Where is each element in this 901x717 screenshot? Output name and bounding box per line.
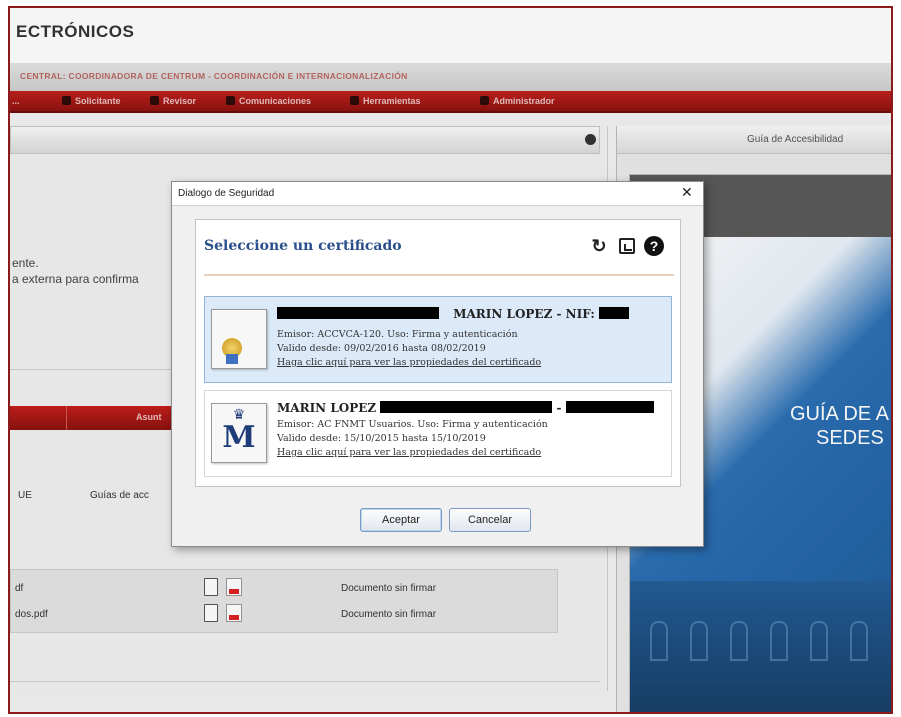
redacted-text	[277, 307, 439, 319]
export-icon[interactable]	[619, 238, 635, 254]
certificate-validity: Valido desde: 15/10/2015 hasta 15/10/201…	[277, 433, 486, 444]
certificate-issuer: Emisor: ACCVCA-120. Uso: Firma y autenti…	[277, 329, 518, 340]
certificate-name-dash: -	[556, 401, 562, 415]
security-dialog: Dialogo de Seguridad ✕ Seleccione un cer…	[171, 181, 704, 547]
certificate-properties-link[interactable]: Haga clic aquí para ver las propiedades …	[277, 447, 541, 458]
certificate-properties-link[interactable]: Haga clic aquí para ver las propiedades …	[277, 357, 541, 368]
certificate-validity: Valido desde: 09/02/2016 hasta 08/02/201…	[277, 343, 486, 354]
screenshot-frame: ECTRÓNICOS CENTRAL: COORDINADORA DE CENT…	[8, 6, 893, 714]
redacted-text	[565, 401, 654, 413]
certificate-name-text: MARIN LOPEZ	[277, 401, 377, 415]
certificate-name-text: MARIN LOPEZ - NIF:	[453, 307, 595, 321]
redacted-text	[598, 307, 629, 319]
certificate-issuer: Emisor: AC FNMT Usuarios. Uso: Firma y a…	[277, 419, 548, 430]
crest: ♛ M	[220, 408, 258, 458]
certificate-name: MARIN LOPEZ - NIF:	[277, 307, 629, 321]
close-icon[interactable]: ✕	[681, 184, 693, 201]
refresh-icon[interactable]: ↻	[589, 236, 609, 256]
fnmt-crest-icon: ♛ M	[211, 403, 267, 463]
dialog-title: Dialogo de Seguridad	[178, 188, 275, 199]
help-icon[interactable]: ?	[644, 236, 664, 256]
dialog-heading: Seleccione un certificado	[204, 238, 402, 254]
redacted-text	[380, 401, 553, 413]
crest-letter: M	[222, 420, 256, 455]
certificate-item[interactable]: ♛ M MARIN LOPEZ - Emisor: AC FNMT Usuari…	[204, 390, 672, 477]
accept-button[interactable]: Aceptar	[360, 508, 442, 532]
cancel-button[interactable]: Cancelar	[449, 508, 531, 532]
dialog-toolbar: ↻ ?	[589, 236, 679, 258]
dialog-titlebar[interactable]: Dialogo de Seguridad ✕	[172, 182, 703, 206]
certificate-name: MARIN LOPEZ -	[277, 401, 654, 415]
certificate-panel: Seleccione un certificado ↻ ? MARIN LOPE…	[195, 219, 681, 487]
certificate-icon	[211, 309, 267, 369]
ribbon-icon	[226, 354, 238, 364]
certificate-item-selected[interactable]: MARIN LOPEZ - NIF: Emisor: ACCVCA-120. U…	[204, 296, 672, 383]
divider	[204, 274, 674, 276]
